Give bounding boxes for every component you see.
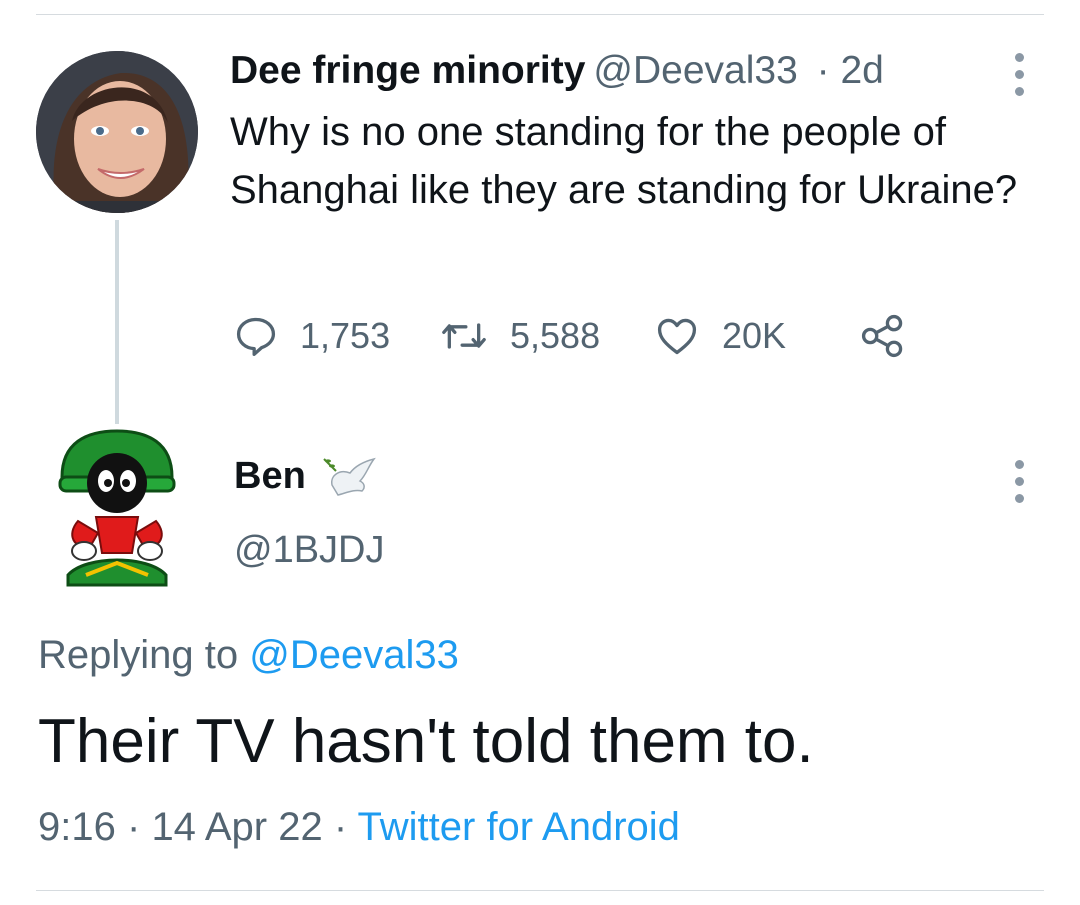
marvin-the-martian-avatar	[58, 429, 176, 587]
tweet-meta: 9:16 · 14 Apr 22 · Twitter for Android	[38, 800, 680, 854]
share-button[interactable]	[858, 308, 908, 364]
top-divider	[36, 14, 1044, 15]
like-count: 20K	[722, 315, 787, 356]
ben-avatar[interactable]	[56, 425, 178, 595]
reply-display-name[interactable]: Ben	[234, 450, 306, 502]
more-options-icon[interactable]	[1012, 53, 1026, 96]
replying-to: Replying to @Deeval33	[38, 628, 459, 682]
retweet-arrows-icon	[442, 323, 486, 349]
meta-separator-2: ·	[333, 805, 348, 849]
tweet-time[interactable]: 9:16	[38, 805, 116, 849]
speech-bubble-icon	[236, 317, 276, 356]
replying-to-link[interactable]: @Deeval33	[249, 633, 459, 677]
share-nodes-icon	[861, 314, 903, 358]
display-name[interactable]: Dee fringe minority	[230, 49, 585, 92]
woman-profile-photo	[36, 51, 198, 213]
tweet-age[interactable]: 2d	[840, 49, 883, 92]
like-button[interactable]: 20K	[654, 308, 786, 364]
tweet-date[interactable]: 14 Apr 22	[151, 805, 322, 849]
dee-avatar[interactable]	[36, 51, 198, 213]
separator-dot: ·	[816, 49, 830, 92]
tweet-text: Why is no one standing for the people of…	[230, 110, 1018, 212]
tweet-header: Dee fringe minority @Deeval33 · 2d	[230, 45, 884, 97]
reply-button[interactable]: 1,753	[234, 308, 390, 364]
reply-handle[interactable]: @1BJDJ	[234, 524, 385, 576]
bottom-divider	[36, 890, 1044, 891]
reply-more-options-icon[interactable]	[1012, 460, 1026, 503]
handle[interactable]: @Deeval33	[593, 49, 797, 92]
tweet-source-link[interactable]: Twitter for Android	[358, 805, 680, 849]
heart-icon	[657, 318, 697, 355]
reply-count: 1,753	[300, 315, 391, 356]
dove-icon	[323, 457, 376, 496]
thread-connector-line	[115, 220, 119, 424]
retweet-button[interactable]: 5,588	[440, 308, 600, 364]
reply-text: Their TV hasn't told them to.	[38, 707, 814, 776]
replying-prefix: Replying to	[38, 633, 239, 677]
retweet-count: 5,588	[510, 315, 601, 356]
meta-separator-1: ·	[126, 805, 141, 849]
